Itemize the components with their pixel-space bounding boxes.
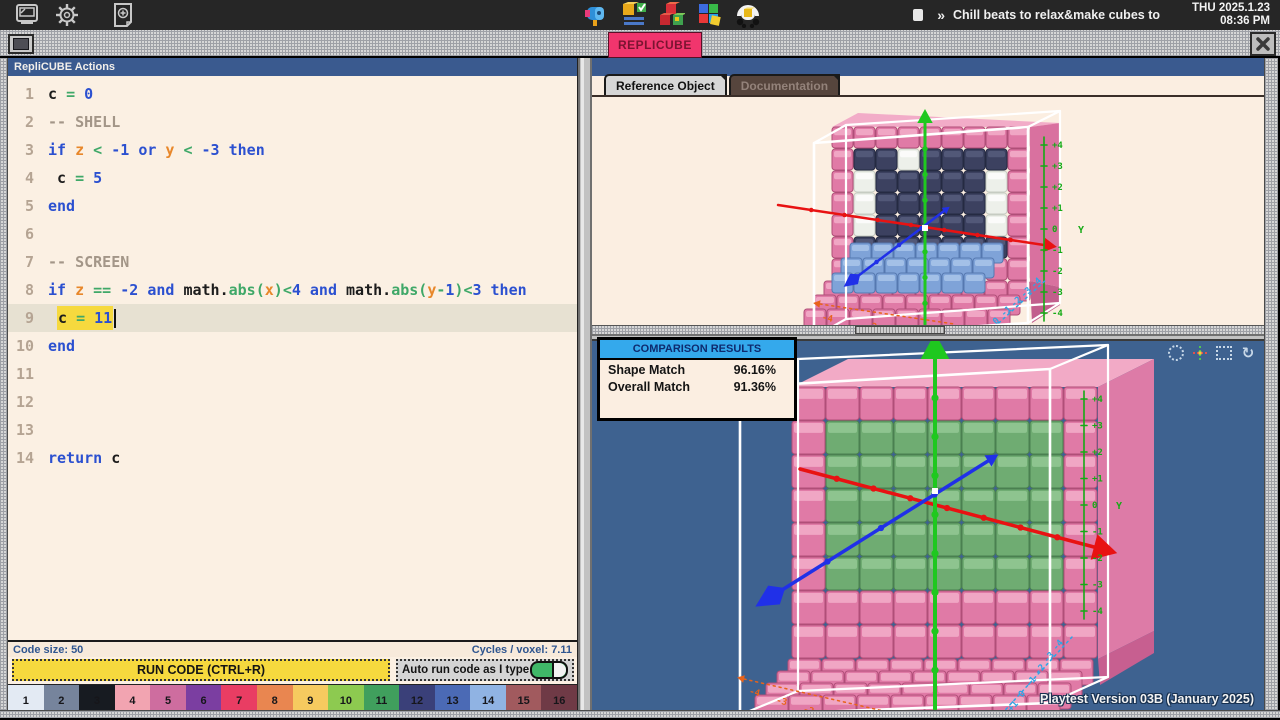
window-border-bottom <box>0 710 1280 718</box>
comparison-panel: COMPARISON RESULTS Shape Match96.16%Over… <box>597 337 797 421</box>
comparison-rows: Shape Match96.16%Overall Match91.36% <box>600 360 794 394</box>
code-line[interactable]: 13 <box>8 416 577 444</box>
reference-hscrollbar-thumb[interactable] <box>855 326 945 334</box>
tab-documentation[interactable]: Documentation <box>729 74 840 95</box>
menubar: » Chill beats to relax&make cubes to THU… <box>0 0 1280 30</box>
svg-text:-4: -4 <box>1092 607 1103 617</box>
text-cursor <box>114 309 116 328</box>
skip-icon[interactable]: » <box>937 7 943 23</box>
selection-highlight: c = 11 <box>57 306 113 330</box>
cycles-label: Cycles / voxel: 7.11 <box>472 644 572 656</box>
track-title: Chill beats to relax&make cubes to <box>953 8 1160 22</box>
svg-text:-4: -4 <box>1052 309 1063 319</box>
axis-gizmo-icon[interactable] <box>1192 345 1208 361</box>
version-text: Playtest Version 03B (January 2025) <box>1040 692 1254 706</box>
focus-circle-icon[interactable] <box>1168 345 1184 361</box>
monitor-icon[interactable] <box>14 3 40 27</box>
red-cubes-icon[interactable] <box>659 2 685 28</box>
svg-text:Y: Y <box>1116 501 1122 512</box>
window-menu-icon[interactable] <box>8 34 34 54</box>
tab-reference-object[interactable]: Reference Object <box>604 74 727 95</box>
code-line[interactable]: 6 <box>8 220 577 248</box>
code-line[interactable]: 1c = 0 <box>8 80 577 108</box>
window-title-tab[interactable]: REPLICUBE <box>608 32 702 58</box>
code-line[interactable]: 11 <box>8 360 577 388</box>
svg-text:+1: +1 <box>1092 475 1103 485</box>
run-row: RUN CODE (CTRL+R) Auto run code as I typ… <box>8 657 577 684</box>
svg-text:-3: -3 <box>1052 288 1063 298</box>
mailbox-icon[interactable] <box>583 2 609 28</box>
editor-header: RepliCUBE Actions <box>8 58 577 76</box>
reset-rotation-icon[interactable]: ↻ <box>1240 345 1256 361</box>
close-button[interactable] <box>1250 32 1276 56</box>
clock: THU 2025.1.23 08:36 PM <box>1178 2 1270 28</box>
code-line[interactable]: 7-- SCREEN <box>8 248 577 276</box>
svg-text:+4: +4 <box>1052 141 1063 151</box>
right-column: Reference ObjectDocumentation +4 +3 +2 +1 0 -… <box>592 58 1264 710</box>
svg-text:0: 0 <box>1092 501 1097 511</box>
color-grid-icon[interactable] <box>697 2 723 28</box>
cube-checklist-icon[interactable] <box>621 2 647 28</box>
svg-text:+4: +4 <box>1092 395 1103 405</box>
editor-status-bar: Code size: 50 Cycles / voxel: 7.11 <box>8 640 577 657</box>
code-line[interactable]: 10end <box>8 332 577 360</box>
code-line[interactable]: 8if z == -2 and math.abs(x)<4 and math.a… <box>8 276 577 304</box>
code-editor-pane: RepliCUBE Actions 1c = 02-- SHELL3if z <… <box>8 58 578 710</box>
screen: » Chill beats to relax&make cubes to THU… <box>0 0 1280 720</box>
autorun-label: Auto run code as I type <box>402 664 529 676</box>
window-body: RepliCUBE Actions 1c = 02-- SHELL3if z <… <box>0 58 1280 710</box>
svg-text:-2: -2 <box>1092 554 1103 564</box>
close-icon <box>1255 36 1271 52</box>
code-line[interactable]: 4 c = 5 <box>8 164 577 192</box>
code-line[interactable]: 9 c = 11 <box>8 304 577 332</box>
comparison-title: COMPARISON RESULTS <box>600 340 794 360</box>
window-border-left <box>0 58 8 710</box>
stop-button[interactable] <box>913 9 923 21</box>
code-line[interactable]: 2-- SHELL <box>8 108 577 136</box>
code-line[interactable]: 14return c <box>8 444 577 472</box>
code-lines[interactable]: 1c = 02-- SHELL3if z < -1 or y < -3 then… <box>8 76 577 640</box>
reference-3d-scene[interactable]: +4+3+2+10-1-2-3-4Y0-1-2-3-4-4-3 <box>592 97 1264 325</box>
pane-divider-vertical[interactable] <box>578 58 592 710</box>
svg-text:+2: +2 <box>1052 183 1063 193</box>
svg-text:0: 0 <box>1052 225 1057 235</box>
headphones-cube-icon[interactable] <box>735 2 761 28</box>
reference-viewport[interactable]: +4+3+2+10-1-2-3-4Y0-1-2-3-4-4-3 <box>592 97 1264 325</box>
run-code-button[interactable]: RUN CODE (CTRL+R) <box>12 659 390 681</box>
date-text: THU 2025.1.23 <box>1178 2 1270 15</box>
code-line[interactable]: 5end <box>8 192 577 220</box>
svg-text:Y: Y <box>1078 225 1084 236</box>
window-titlebar[interactable]: REPLICUBE <box>0 30 1280 58</box>
svg-text:+3: +3 <box>1092 422 1103 432</box>
code-line[interactable]: 12 <box>8 388 577 416</box>
window-border-right <box>1264 58 1278 710</box>
autorun-box[interactable]: Auto run code as I type <box>396 659 574 681</box>
svg-text:-1: -1 <box>1092 528 1103 538</box>
comparison-row: Overall Match91.36% <box>600 377 794 394</box>
svg-text:+3: +3 <box>1052 162 1063 172</box>
code-size-label: Code size: 50 <box>13 644 83 656</box>
bounds-box-icon[interactable] <box>1216 345 1232 361</box>
svg-text:+1: +1 <box>1052 204 1063 214</box>
tab-bar: Reference ObjectDocumentation <box>592 76 1264 97</box>
svg-text:+2: +2 <box>1092 448 1103 458</box>
gear-icon[interactable] <box>54 3 80 27</box>
new-document-icon[interactable] <box>110 3 136 27</box>
autorun-toggle[interactable] <box>530 661 568 679</box>
svg-text:-2: -2 <box>1052 267 1063 277</box>
viewer-toolbar: ↻ <box>1168 345 1256 361</box>
code-line[interactable]: 3if z < -1 or y < -3 then <box>8 136 577 164</box>
time-text: 08:36 PM <box>1178 15 1270 28</box>
comparison-row: Shape Match96.16% <box>600 360 794 377</box>
svg-text:-3: -3 <box>1092 581 1103 591</box>
reference-pane: Reference ObjectDocumentation +4 +3 +2 +1 0 -… <box>592 58 1264 334</box>
svg-text:-1: -1 <box>1052 246 1063 256</box>
